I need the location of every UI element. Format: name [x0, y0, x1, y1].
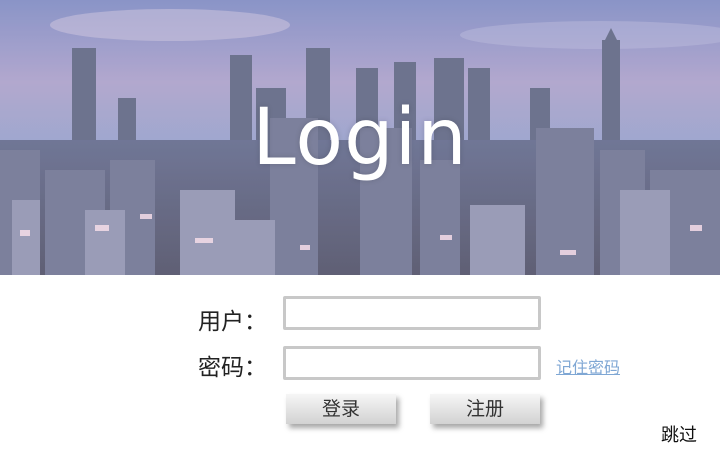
- password-input[interactable]: [283, 346, 541, 380]
- username-label: 用户：: [198, 309, 267, 335]
- password-label: 密码：: [198, 355, 267, 381]
- username-input[interactable]: [283, 296, 541, 330]
- login-title: Login: [252, 92, 468, 183]
- login-button[interactable]: 登录: [286, 394, 396, 424]
- banner-image: Login: [0, 0, 720, 275]
- register-button[interactable]: 注册: [430, 394, 540, 424]
- skip-link[interactable]: 跳过: [661, 421, 697, 447]
- remember-password-link[interactable]: 记住密码: [556, 354, 620, 378]
